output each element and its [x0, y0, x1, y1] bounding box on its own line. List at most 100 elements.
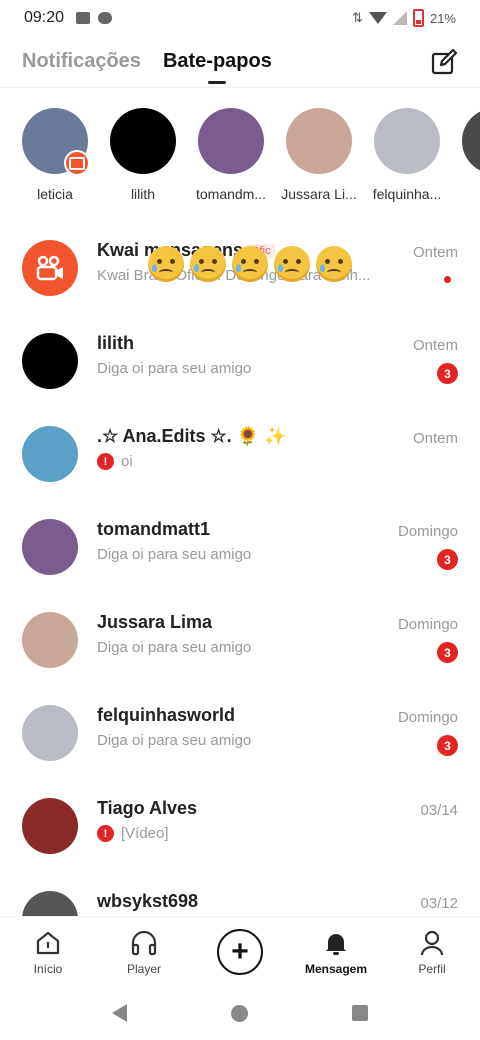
nav-home-label: Início — [33, 961, 63, 976]
chat-row[interactable]: Jussara Lima Diga oi para seu amigo Doming… — [0, 600, 480, 693]
chat-preview-text: Diga oi para seu amigo — [97, 732, 252, 749]
story-item[interactable]: tomandm... — [196, 108, 266, 218]
live-video-icon — [64, 150, 90, 176]
status-bar: 09:20 ⇅ 21% — [0, 0, 480, 36]
story-item[interactable]: felquinha... — [373, 108, 441, 218]
chat-avatar — [22, 612, 78, 668]
chat-preview: Diga oi para seu amigo — [97, 639, 458, 656]
chat-preview-text: oi — [121, 453, 133, 470]
unread-badge: 3 — [437, 363, 458, 384]
crying-emoji-icon — [274, 246, 310, 282]
chat-avatar — [22, 519, 78, 575]
chat-avatar — [22, 705, 78, 761]
crying-emoji-icon — [232, 246, 268, 282]
tab-chats[interactable]: Bate-papos — [163, 50, 272, 84]
story-avatar — [286, 108, 352, 174]
headphones-icon — [131, 930, 157, 955]
chat-date: 03/14 — [420, 802, 458, 819]
chat-row[interactable]: wbsykst698 03/12 — [0, 879, 480, 916]
chat-avatar — [22, 333, 78, 389]
chat-title: Tiago Alves — [97, 798, 458, 819]
chat-date: Ontem — [412, 430, 458, 447]
bell-icon — [326, 933, 346, 955]
story-avatar — [462, 108, 480, 174]
story-avatar — [110, 108, 176, 174]
unread-badge: 3 — [437, 549, 458, 570]
crying-emoji-icon — [148, 246, 184, 282]
chat-row[interactable]: tomandmatt1 Diga oi para seu amigo Domingo… — [0, 507, 480, 600]
unread-badge: 3 — [437, 642, 458, 663]
chat-title-text: felquinhasworld — [97, 705, 236, 725]
story-avatar — [374, 108, 440, 174]
chat-title: .☆ Ana.Edits ☆. 🌻 ✨ — [97, 426, 458, 447]
chat-preview: Diga oi para seu amigo — [97, 732, 458, 749]
chat-list: Kwai mensagensOficKwai Brasil Oficial: D… — [0, 228, 480, 916]
chat-preview: ! [Vídeo] — [97, 825, 458, 842]
chat-row[interactable]: lilith Diga oi para seu amigo Ontem 3 — [0, 321, 480, 414]
chat-avatar — [22, 798, 78, 854]
nav-profile-label: Perfil — [418, 961, 446, 976]
chat-preview: Diga oi para seu amigo — [97, 546, 458, 563]
chat-date: Ontem — [412, 244, 458, 261]
plus-icon: + — [217, 928, 263, 975]
story-item[interactable]: lilith — [110, 108, 176, 218]
chat-preview-text: Diga oi para seu amigo — [97, 639, 252, 656]
story-name: felquinha... — [372, 186, 442, 202]
profile-icon — [420, 930, 444, 955]
chat-avatar — [22, 891, 78, 916]
gallery-icon — [76, 12, 91, 24]
chat-date: Domingo — [397, 523, 458, 540]
story-item[interactable]: leticia — [22, 108, 90, 218]
chat-preview-text: [Vídeo] — [121, 825, 169, 842]
nav-create[interactable]: + — [200, 928, 280, 975]
unread-badge: 3 — [437, 735, 458, 756]
chat-date: Domingo — [397, 709, 458, 726]
crying-emoji-icon — [316, 246, 352, 282]
nav-messages[interactable]: Mensagem — [296, 928, 376, 976]
data-arrows-icon: ⇅ — [352, 10, 363, 25]
back-icon[interactable] — [112, 1004, 127, 1022]
nav-home[interactable]: Início — [8, 928, 88, 976]
chat-row[interactable]: felquinhasworld Diga oi para seu amigo Dom… — [0, 693, 480, 786]
chat-title-text: lilith — [97, 333, 134, 353]
chat-preview-text: Diga oi para seu amigo — [97, 360, 252, 377]
chat-date: Domingo — [397, 616, 458, 633]
chat-avatar — [22, 426, 78, 482]
unread-dot — [444, 276, 451, 283]
story-name: tomandm... — [195, 186, 267, 202]
wifi-icon — [368, 12, 387, 24]
chat-preview: Diga oi para seu amigo — [97, 360, 458, 377]
battery-icon — [412, 9, 424, 27]
nav-player[interactable]: Player — [104, 928, 184, 976]
nav-player-label: Player — [126, 961, 161, 976]
bottom-nav: Início Player + Mensagem Perfil — [0, 916, 480, 986]
chat-title-text: .☆ Ana.Edits ☆. 🌻 ✨ — [97, 426, 287, 446]
nav-messages-label: Mensagem — [304, 961, 368, 976]
compose-icon[interactable] — [430, 48, 458, 76]
chat-title-text: Jussara Lima — [97, 612, 213, 632]
chat-title-text: Tiago Alves — [97, 798, 198, 818]
status-time: 09:20 — [24, 9, 65, 26]
error-icon: ! — [97, 453, 114, 470]
chat-title: lilith — [97, 333, 458, 354]
crying-emoji-icon — [190, 246, 226, 282]
chat-preview-text: Diga oi para seu amigo — [97, 546, 252, 563]
chat-row[interactable]: Kwai mensagensOficKwai Brasil Oficial: D… — [0, 228, 480, 321]
chat-row[interactable]: .☆ Ana.Edits ☆. 🌻 ✨! oi Ontem — [0, 414, 480, 507]
story-item[interactable]: wbs — [462, 108, 480, 218]
emoji-overlay — [148, 246, 352, 282]
home-icon — [36, 931, 60, 954]
error-icon: ! — [97, 825, 114, 842]
nav-profile[interactable]: Perfil — [392, 928, 472, 976]
stories-row: leticia lilith tomandm... Jussara Li... felq… — [0, 108, 480, 218]
story-item[interactable]: Jussara Li... — [281, 108, 357, 218]
chat-row[interactable]: Tiago Alves! [Vídeo] 03/14 — [0, 786, 480, 879]
kwai-logo-icon — [22, 240, 78, 296]
tab-notifications[interactable]: Notificações — [22, 50, 141, 73]
recents-icon[interactable] — [352, 1005, 368, 1021]
chat-header: Notificações Bate-papos — [0, 36, 480, 88]
chat-title: wbsykst698 — [97, 891, 458, 912]
home-circle-icon[interactable] — [231, 1004, 248, 1022]
story-name: lilith — [130, 186, 156, 202]
chat-title-text: tomandmatt1 — [97, 519, 211, 539]
